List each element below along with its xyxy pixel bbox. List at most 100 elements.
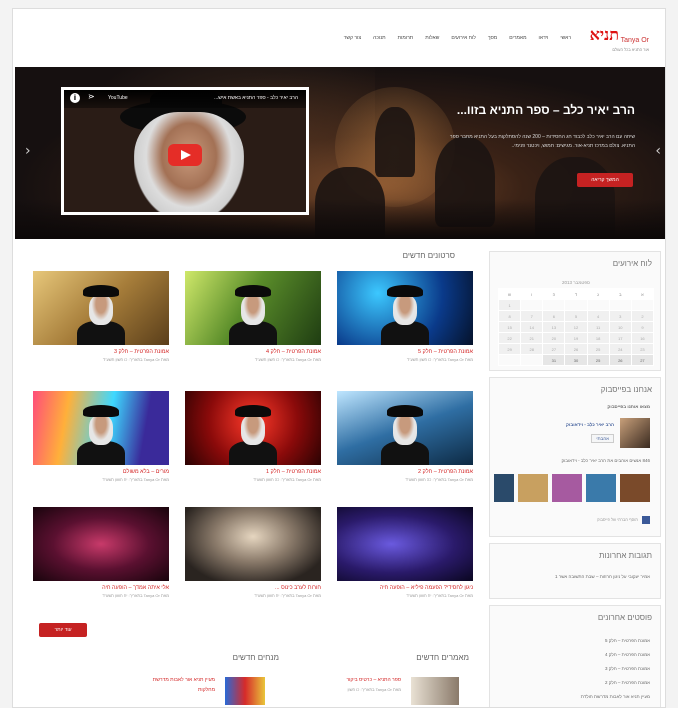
calendar-day[interactable]: 9: [630, 321, 655, 333]
video-card-title[interactable]: אמונת הפרטית – חלק 3: [33, 349, 169, 355]
nav-item-events[interactable]: לוח אירועים: [451, 35, 476, 41]
video-thumbnail[interactable]: [33, 391, 169, 465]
youtube-embed[interactable]: הרב יאיר כלב - ספר התניא באשת איש... i ⋖…: [61, 87, 309, 215]
calendar-day[interactable]: 27: [542, 343, 566, 355]
calendar-day[interactable]: 25: [586, 354, 610, 366]
video-card[interactable]: אמונת הפרטית – חלק 3 מאת Tanya Or בתאריך…: [33, 271, 169, 362]
video-title[interactable]: הרב יאיר כלב - ספר התניא באשת איש...: [214, 95, 298, 101]
video-thumbnail[interactable]: [337, 507, 473, 581]
calendar-day[interactable]: 15: [497, 321, 522, 333]
video-card-title[interactable]: חורות לערב כינוס ...: [185, 585, 321, 591]
fb-fan-avatar[interactable]: [586, 474, 616, 502]
calendar-day[interactable]: 16: [630, 332, 655, 344]
mentor-thumbnail[interactable]: [225, 677, 265, 705]
calendar-day[interactable]: 13: [542, 321, 566, 333]
calendar-day[interactable]: 3: [608, 310, 632, 322]
article-title[interactable]: ספר התניא – כרטיס ביקור: [346, 677, 401, 683]
calendar-day[interactable]: 28: [520, 343, 544, 355]
video-thumbnail[interactable]: [185, 391, 321, 465]
nav-item-video[interactable]: וידאו: [539, 35, 549, 41]
calendar-day[interactable]: 25: [586, 343, 610, 355]
fb-page-name[interactable]: הרב יאיר כלב - וידאו‏בוק: [566, 422, 614, 427]
calendar-day[interactable]: 21: [520, 332, 544, 344]
share-icon[interactable]: ⋖: [88, 92, 95, 101]
info-icon[interactable]: i: [70, 93, 80, 103]
video-thumbnail[interactable]: [33, 507, 169, 581]
nav-item-articles[interactable]: מאמרים: [509, 35, 526, 41]
nav-item-screen[interactable]: מסך: [488, 35, 497, 41]
video-card[interactable]: חורות לערב כינוס ... מאת Tanya Or בתאריך…: [185, 507, 321, 598]
video-card[interactable]: מורים – בלא משולם מאת Tanya Or בתאריך: י…: [33, 391, 169, 482]
video-card[interactable]: אמונת הפרטית – חלק 2 מאת Tanya Or בתאריך…: [337, 391, 473, 482]
comment-item[interactable]: אמיר יעקובי על ניגון חרוזות – שבת התשובה…: [555, 574, 650, 579]
video-card[interactable]: אמונת הפרטית – חלק 4 מאת Tanya Or בתאריך…: [185, 271, 321, 362]
calendar-day[interactable]: 22: [497, 332, 522, 344]
calendar-day[interactable]: 10: [608, 321, 632, 333]
calendar-day[interactable]: 14: [520, 321, 544, 333]
post-item[interactable]: מעיין תניא אור לאבות מדרשת חולדת: [581, 694, 650, 699]
nav-item-donations[interactable]: תרומות: [398, 35, 414, 41]
video-card-title[interactable]: אמונת הפרטית – חלק 4: [185, 349, 321, 355]
video-card-title[interactable]: ניגון לחסידי? הפעמה פיליא – הופעה חיה: [337, 585, 473, 591]
nav-item-contact[interactable]: צור קשר: [344, 35, 361, 41]
youtube-logo[interactable]: YouTube: [108, 95, 128, 101]
slider-prev-arrow-icon[interactable]: ‹: [25, 143, 31, 159]
post-item[interactable]: אמונת הפרטית – חלק 3: [605, 666, 650, 671]
read-more-button[interactable]: המשך קריאה: [577, 173, 633, 187]
fb-fan-avatar[interactable]: [552, 474, 582, 502]
calendar-day[interactable]: 11: [586, 321, 610, 333]
calendar-day[interactable]: 7: [520, 310, 544, 322]
calendar-day[interactable]: 8: [497, 310, 522, 322]
post-item[interactable]: אמונת הפרטית – חלק 4: [605, 652, 650, 657]
calendar-day[interactable]: 26: [564, 343, 588, 355]
fb-fan-avatar[interactable]: [620, 474, 650, 502]
fb-fan-avatar[interactable]: [518, 474, 548, 502]
video-thumbnail[interactable]: [185, 507, 321, 581]
video-card-title[interactable]: אמונת הפרטית – חלק 1: [185, 469, 321, 475]
video-thumbnail[interactable]: [337, 271, 473, 345]
calendar-day[interactable]: 24: [608, 343, 632, 355]
video-thumbnail[interactable]: [337, 391, 473, 465]
calendar-day[interactable]: 4: [586, 310, 610, 322]
slider-next-arrow-icon[interactable]: ›: [655, 143, 661, 159]
post-item[interactable]: אמונת הפרטית – חלק 2: [605, 680, 650, 685]
fb-plugin-label[interactable]: תוסף חברתי של פייסבוק: [597, 517, 638, 522]
calendar-day[interactable]: 31: [542, 354, 566, 366]
nav-item-hanukkah[interactable]: תנוכה: [373, 35, 386, 41]
calendar-day[interactable]: 18: [586, 332, 610, 344]
calendar-day[interactable]: 1: [497, 299, 522, 311]
video-card-title[interactable]: מורים – בלא משולם: [33, 469, 169, 475]
calendar-day[interactable]: 5: [564, 310, 588, 322]
calendar-day[interactable]: 2: [630, 310, 655, 322]
calendar-day[interactable]: 6: [542, 310, 566, 322]
site-logo[interactable]: תניא Tanya Or אור התניא בכל העולם: [590, 25, 649, 55]
play-button[interactable]: [168, 144, 202, 166]
fb-fan-avatar[interactable]: [494, 474, 514, 502]
fb-page-avatar[interactable]: [620, 418, 650, 448]
video-card[interactable]: אמונת הפרטית – חלק 5 מאת Tanya Or בתאריך…: [337, 271, 473, 362]
video-thumbnail[interactable]: [33, 271, 169, 345]
calendar-day[interactable]: 27: [630, 354, 655, 366]
nav-item-questions[interactable]: שאלות: [425, 35, 439, 41]
calendar-day[interactable]: 30: [564, 354, 588, 366]
calendar-day[interactable]: 23: [630, 343, 655, 355]
video-card[interactable]: אלי איתה אמדך – הופעה חיה מאת Tanya Or ב…: [33, 507, 169, 598]
video-card-title[interactable]: אלי איתה אמדך – הופעה חיה: [33, 585, 169, 591]
video-card[interactable]: ניגון לחסידי? הפעמה פיליא – הופעה חיה מא…: [337, 507, 473, 598]
mentor-title[interactable]: מעיין תניא אור לאבות מדרשת: [153, 677, 215, 683]
calendar-day[interactable]: 12: [564, 321, 588, 333]
video-thumbnail[interactable]: [185, 271, 321, 345]
fb-like-button[interactable]: אהבתי: [591, 434, 614, 443]
calendar-day[interactable]: 20: [542, 332, 566, 344]
video-card-title[interactable]: אמונת הפרטית – חלק 5: [337, 349, 473, 355]
calendar-day[interactable]: 17: [608, 332, 632, 344]
post-item[interactable]: אמונת הפרטית – חלק 5: [605, 638, 650, 643]
nav-item-home[interactable]: ראשי: [560, 35, 571, 41]
calendar-day[interactable]: 26: [608, 354, 632, 366]
calendar-day[interactable]: 19: [564, 332, 588, 344]
video-card[interactable]: אמונת הפרטית – חלק 1 מאת Tanya Or בתאריך…: [185, 391, 321, 482]
video-card-title[interactable]: אמונת הפרטית – חלק 2: [337, 469, 473, 475]
calendar-day[interactable]: 29: [497, 343, 522, 355]
more-videos-button[interactable]: עוד יותר: [39, 623, 87, 637]
hero-title[interactable]: הרב יאיר כלב – ספר התניא בזוו...: [457, 103, 635, 117]
